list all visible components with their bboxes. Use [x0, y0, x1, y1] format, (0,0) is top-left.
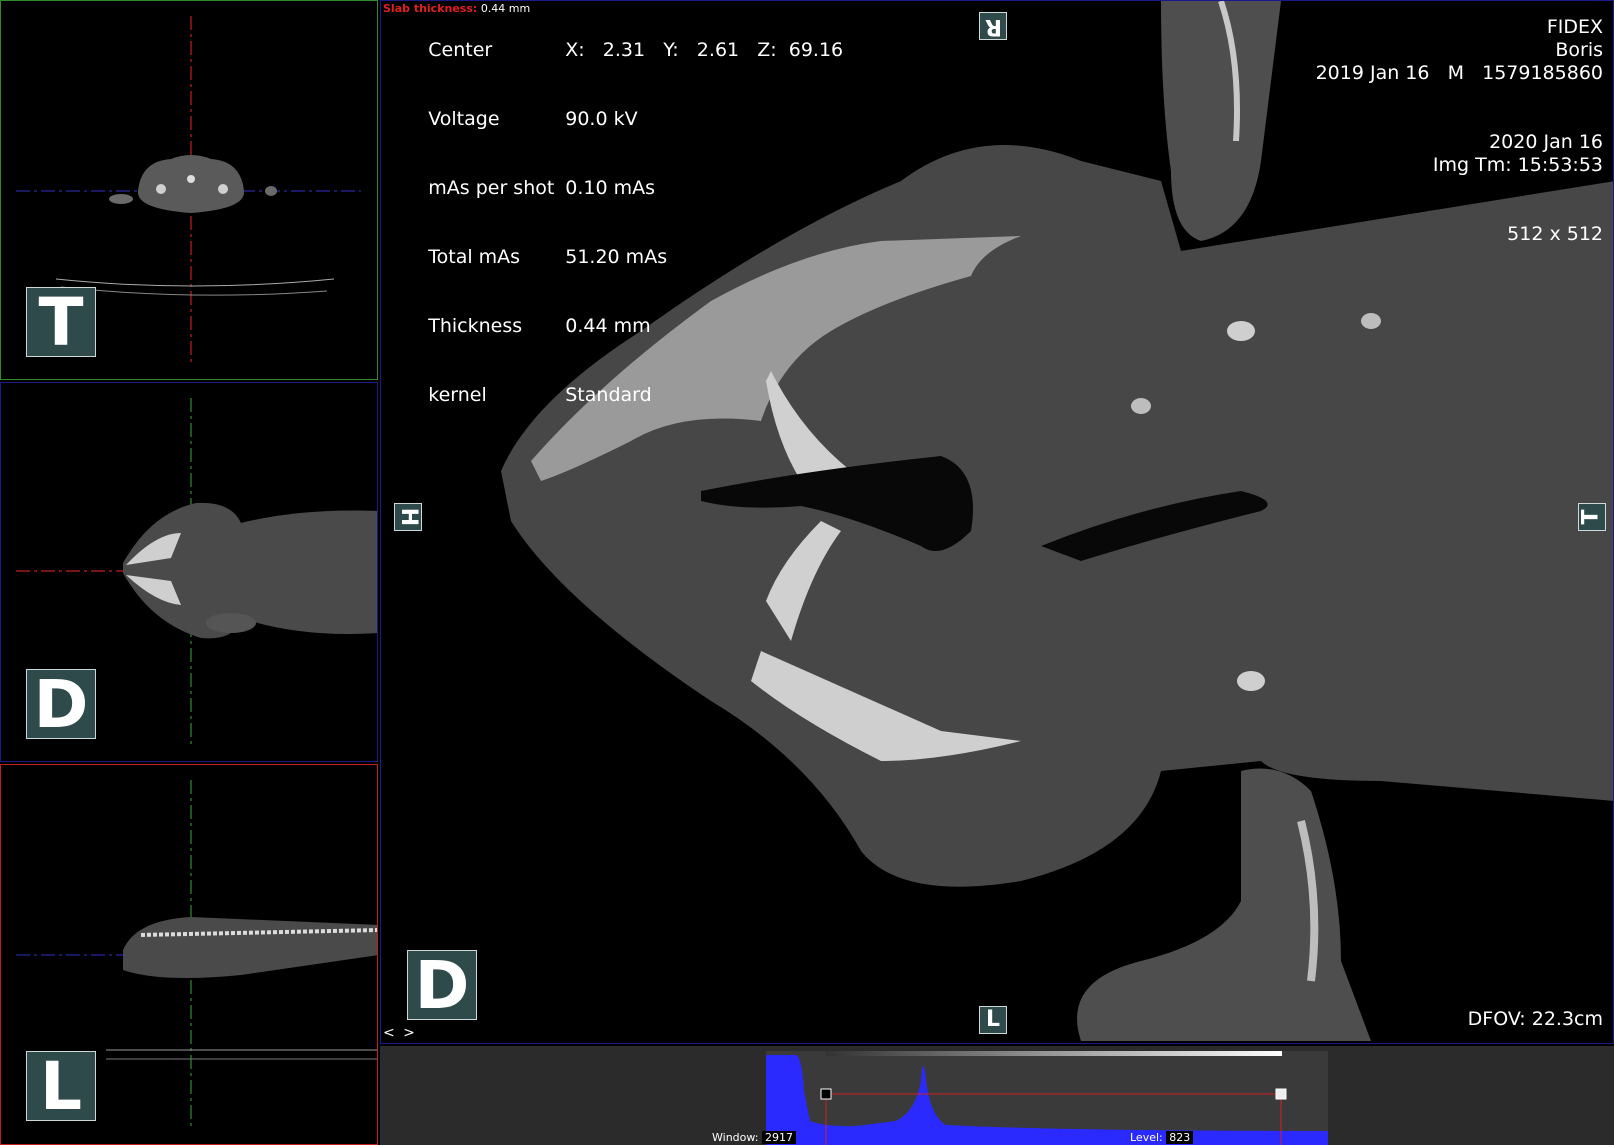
institution-name: FIDEX — [1546, 16, 1603, 38]
acq-label: mAs per shot — [428, 177, 555, 199]
thumbnail-lateral[interactable]: L — [0, 764, 378, 1145]
patient-dob-sex-id: 2019 Jan 16 M 1579185860 — [1315, 62, 1603, 84]
acq-label: Center — [428, 39, 493, 61]
orientation-label-t: T — [26, 287, 96, 358]
acq-row-kernel: kernel Standard — [392, 361, 843, 430]
acq-value: 0.44 mm — [565, 315, 651, 337]
orientation-label-l: L — [26, 1051, 96, 1122]
slice-nav-arrows[interactable]: < > — [383, 1025, 417, 1041]
thumbnail-dorsal[interactable]: D — [0, 382, 378, 762]
slab-thickness-value: 0.44 mm — [480, 2, 531, 15]
thumbnail-transverse[interactable]: T — [0, 0, 378, 380]
orientation-marker-top: R — [979, 12, 1007, 40]
acq-label: Total mAs — [428, 246, 521, 268]
study-date: 2020 Jan 16 — [1489, 131, 1603, 153]
acq-value: X: 2.31 Y: 2.61 Z: 69.16 — [565, 39, 844, 61]
histogram-graph — [766, 1051, 1328, 1145]
acq-value: Standard — [565, 384, 652, 406]
acq-label: Thickness — [428, 315, 523, 337]
window-label: Window: — [712, 1131, 759, 1144]
window-left-handle[interactable] — [820, 1088, 832, 1100]
acq-value: 51.20 mAs — [565, 246, 668, 268]
main-orientation-label: D — [407, 950, 477, 1021]
acquisition-info: Center X: 2.31 Y: 2.61 Z: 69.16 Voltage 90… — [392, 16, 843, 430]
image-matrix: 512 x 512 — [1507, 223, 1603, 245]
main-viewport[interactable]: Slab thickness: 0.44 mm Center X: 2.31 Y:… — [380, 0, 1614, 1044]
window-readout: Window: 2917 — [712, 1131, 796, 1144]
histogram-fill — [766, 1055, 1328, 1145]
acq-row-mas-per-shot: mAs per shot 0.10 mAs — [392, 154, 843, 223]
histogram[interactable] — [766, 1051, 1328, 1145]
acq-value: 0.10 mAs — [565, 177, 655, 199]
patient-name: Boris — [1555, 39, 1603, 61]
orientation-marker-bottom: L — [979, 1006, 1007, 1034]
slab-thickness: Slab thickness: 0.44 mm — [383, 2, 530, 15]
dfov: DFOV: 22.3cm — [1467, 1008, 1603, 1030]
orientation-label-d: D — [26, 669, 96, 740]
orientation-marker-right: T — [1578, 503, 1606, 531]
acq-label: kernel — [428, 384, 487, 406]
window-right-handle[interactable] — [1275, 1088, 1287, 1100]
window-value: 2917 — [761, 1131, 796, 1144]
acq-value: 90.0 kV — [565, 108, 638, 130]
grayscale-ramp — [826, 1051, 1282, 1056]
window-level-panel: Window: 2917 Level: 823 — [380, 1046, 1614, 1145]
acq-row-total-mas: Total mAs 51.20 mAs — [392, 223, 843, 292]
acq-row-center: Center X: 2.31 Y: 2.61 Z: 69.16 — [392, 16, 843, 85]
orientation-marker-left: H — [394, 503, 422, 531]
level-value: 823 — [1166, 1131, 1194, 1144]
acq-row-thickness: Thickness 0.44 mm — [392, 292, 843, 361]
acq-label: Voltage — [428, 108, 500, 130]
level-readout: Level: 823 — [1130, 1131, 1194, 1144]
slab-thickness-label: Slab thickness: — [383, 2, 478, 15]
image-time: Img Tm: 15:53:53 — [1432, 154, 1603, 176]
level-label: Level: — [1130, 1131, 1163, 1144]
acq-row-voltage: Voltage 90.0 kV — [392, 85, 843, 154]
